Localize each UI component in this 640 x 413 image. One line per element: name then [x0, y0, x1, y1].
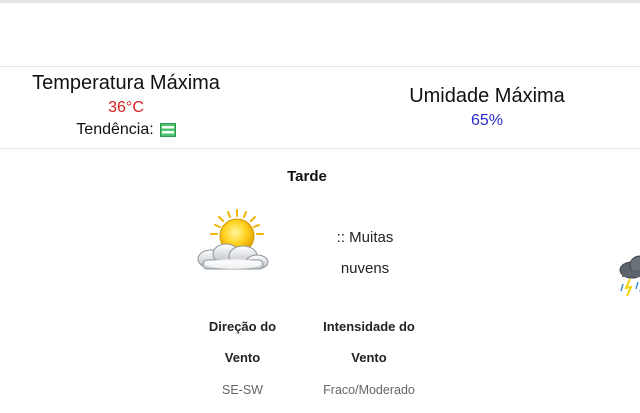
partly-cloudy-sun-icon [193, 208, 271, 274]
max-humidity-value: 65% [470, 112, 504, 129]
top-border [0, 0, 640, 3]
max-temperature-title: Temperatura Máxima [32, 72, 220, 94]
trend-row: Tendência: [0, 119, 252, 141]
wind-intensity-label-line2: Vento [351, 350, 387, 365]
wind-intensity-column: Intensidade do Vento Fraco/Moderado [308, 311, 430, 403]
period-title: Tarde [287, 168, 327, 185]
wind-intensity-value: Fraco/Moderado [323, 383, 415, 397]
wind-direction-label-line1: Direção do [208, 319, 277, 334]
max-temperature-panel: Temperatura Máxima 36°C Tendência: [0, 70, 252, 141]
max-temperature-value: 36°C [108, 99, 144, 116]
max-humidity-panel: Umidade Máxima 65% [372, 83, 602, 132]
stable-trend-icon [159, 122, 176, 138]
max-humidity-title: Umidade Máxima [409, 85, 565, 107]
weather-condition: :: Muitas nuvens [310, 222, 420, 284]
wind-intensity-label-line1: Intensidade do [323, 319, 415, 334]
thunderstorm-cloud-icon [612, 232, 640, 304]
weather-condition-line1: :: Muitas [336, 229, 394, 246]
wind-direction-label-line2: Vento [224, 350, 261, 365]
wind-direction-label: Direção do Vento [190, 311, 295, 373]
weather-condition-line2: nuvens [340, 260, 390, 277]
wind-direction-value: SE-SW [222, 383, 263, 397]
section-divider [0, 148, 640, 149]
wind-direction-column: Direção do Vento SE-SW [190, 311, 295, 403]
wind-intensity-label: Intensidade do Vento [308, 311, 430, 373]
section-divider [0, 66, 640, 67]
trend-label: Tendência: [76, 121, 154, 138]
